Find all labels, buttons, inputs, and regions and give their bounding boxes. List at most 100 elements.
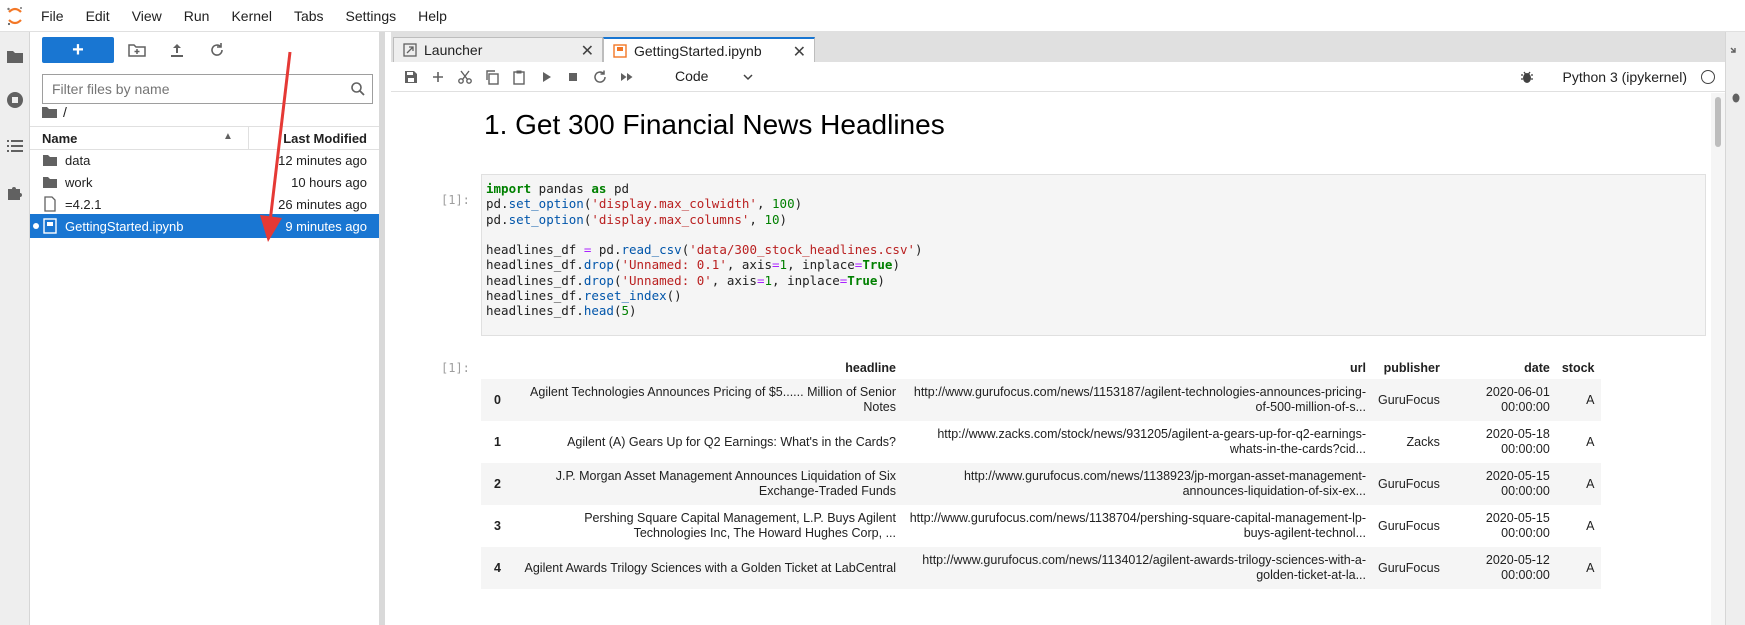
notebook-icon	[43, 218, 57, 234]
paste-icon[interactable]	[511, 69, 527, 85]
new-folder-icon[interactable]	[128, 41, 146, 59]
tab-gettingstarted[interactable]: GettingStarted.ipynb ✕	[603, 37, 815, 63]
table-row: 4 Agilent Awards Trilogy Sciences with a…	[481, 547, 1601, 589]
code-line: pd.set_option('display.max_columns', 10)	[486, 211, 788, 227]
property-inspector-icon[interactable]	[1729, 46, 1743, 60]
table-cell: A	[1555, 463, 1601, 505]
folder-icon	[43, 155, 57, 166]
table-cell: 1	[494, 434, 501, 449]
table-cell: 2020-05-18 00:00:00	[1485, 427, 1550, 456]
table-cell: A	[1555, 379, 1601, 421]
debugger-bug-icon[interactable]	[1519, 69, 1535, 85]
file-filter-field[interactable]	[42, 74, 373, 104]
close-icon[interactable]: ✕	[793, 42, 806, 62]
file-row-work[interactable]: work 10 hours ago	[30, 170, 379, 194]
restart-icon[interactable]	[592, 69, 608, 85]
copy-icon[interactable]	[484, 69, 500, 85]
open-indicator-icon	[33, 223, 39, 229]
table-cell: 2	[481, 463, 507, 505]
cell-type-select[interactable]: Code	[675, 68, 708, 84]
table-cell: A	[1586, 518, 1595, 533]
run-icon[interactable]	[538, 69, 554, 85]
menu-help[interactable]: Help	[407, 0, 458, 32]
file-row-version[interactable]: =4.2.1 26 minutes ago	[30, 192, 379, 216]
table-cell: http://www.zacks.com/stock/news/931205/a…	[937, 427, 1366, 456]
menu-file[interactable]: File	[30, 0, 75, 32]
table-cell: J.P. Morgan Asset Management Announces L…	[507, 463, 902, 505]
table-cell: A	[1586, 434, 1595, 449]
code-cell-editor[interactable]: import pandas as pd pd.set_option('displ…	[481, 174, 1706, 336]
search-icon	[351, 82, 365, 96]
markdown-heading: 1. Get 300 Financial News Headlines	[484, 109, 945, 140]
notebook-icon	[613, 44, 627, 58]
tab-launcher[interactable]: Launcher ✕	[393, 37, 603, 62]
debugger-icon[interactable]	[1729, 90, 1743, 104]
refresh-icon[interactable]	[208, 41, 226, 59]
tab-label: Launcher	[424, 42, 483, 58]
file-modified: 10 hours ago	[291, 175, 367, 190]
file-list-header: Name ▲ Last Modified	[30, 126, 379, 150]
table-header-cell: headline	[845, 361, 896, 375]
stop-icon[interactable]	[565, 69, 581, 85]
folder-icon[interactable]	[5, 46, 25, 66]
notebook-body[interactable]: 1. Get 300 Financial News Headlines [1]:…	[391, 93, 1711, 625]
breadcrumb: /	[42, 102, 67, 122]
table-of-contents-icon[interactable]	[5, 136, 25, 156]
last-modified-column-header[interactable]: Last Modified	[283, 131, 367, 146]
folder-icon[interactable]	[42, 105, 57, 119]
chevron-down-icon[interactable]	[741, 70, 755, 84]
file-row-gettingstarted[interactable]: GettingStarted.ipynb 9 minutes ago	[30, 214, 379, 238]
code-line: import pandas as pd	[486, 181, 630, 196]
fast-forward-icon[interactable]	[619, 69, 635, 85]
table-cell: 0	[481, 379, 507, 421]
table-cell: A	[1555, 547, 1601, 589]
table-row: 3 Pershing Square Capital Management, L.…	[481, 505, 1601, 547]
extension-manager-icon[interactable]	[5, 182, 25, 202]
file-browser-panel: + / Name ▲ Las	[30, 32, 385, 625]
menu-tabs[interactable]: Tabs	[283, 0, 335, 32]
table-cell: 3	[494, 518, 501, 533]
table-cell: 2020-05-15 00:00:00	[1445, 463, 1556, 505]
jupyter-logo-icon	[0, 0, 30, 32]
menu-edit[interactable]: Edit	[75, 0, 121, 32]
scrollbar-thumb[interactable]	[1715, 97, 1721, 147]
table-cell: 2020-06-01 00:00:00	[1445, 379, 1556, 421]
table-cell: GuruFocus	[1372, 463, 1446, 505]
menu-view[interactable]: View	[121, 0, 173, 32]
breadcrumb-root[interactable]: /	[63, 104, 67, 120]
file-filter-input[interactable]	[52, 81, 342, 97]
file-name: GettingStarted.ipynb	[65, 219, 184, 234]
close-icon[interactable]: ✕	[581, 41, 594, 61]
insert-cell-icon[interactable]	[430, 69, 446, 85]
table-header-cell: stock	[1561, 361, 1595, 375]
upload-icon[interactable]	[168, 41, 186, 59]
kernel-name[interactable]: Python 3 (ipykernel)	[1562, 69, 1687, 85]
menu-settings[interactable]: Settings	[335, 0, 408, 32]
menu-bar: File Edit View Run Kernel Tabs Settings …	[0, 0, 1745, 32]
menu-run[interactable]: Run	[173, 0, 221, 32]
table-cell: GuruFocus	[1378, 518, 1440, 533]
table-cell: Agilent (A) Gears Up for Q2 Earnings: Wh…	[567, 434, 896, 449]
name-column-header[interactable]: Name	[42, 131, 77, 146]
code-line: pd.set_option('display.max_colwidth', 10…	[486, 196, 803, 212]
menu-kernel[interactable]: Kernel	[220, 0, 282, 32]
folder-icon	[43, 177, 57, 188]
output-prompt: [1]:	[441, 361, 470, 375]
new-launcher-button[interactable]: +	[42, 37, 114, 63]
input-prompt: [1]:	[441, 193, 470, 207]
running-kernels-icon[interactable]	[5, 90, 25, 110]
main-dock-area: Launcher ✕ GettingStarted.ipynb ✕ Code P…	[391, 32, 1725, 625]
file-row-data[interactable]: data 12 minutes ago	[30, 148, 379, 172]
notebook-scrollbar[interactable]	[1711, 93, 1725, 625]
launcher-icon	[403, 43, 417, 57]
table-cell: Zacks	[1406, 434, 1440, 449]
left-activity-bar	[0, 32, 30, 625]
table-row: 2 J.P. Morgan Asset Management Announces…	[481, 463, 1601, 505]
column-divider[interactable]	[248, 127, 249, 150]
cut-icon[interactable]	[457, 69, 473, 85]
tab-label: GettingStarted.ipynb	[634, 43, 762, 59]
table-cell: http://www.gurufocus.com/news/1134012/ag…	[902, 547, 1372, 589]
save-icon[interactable]	[403, 69, 419, 85]
sort-ascending-icon[interactable]: ▲	[223, 131, 233, 142]
code-line: headlines_df = pd.read_csv('data/300_sto…	[486, 242, 923, 258]
